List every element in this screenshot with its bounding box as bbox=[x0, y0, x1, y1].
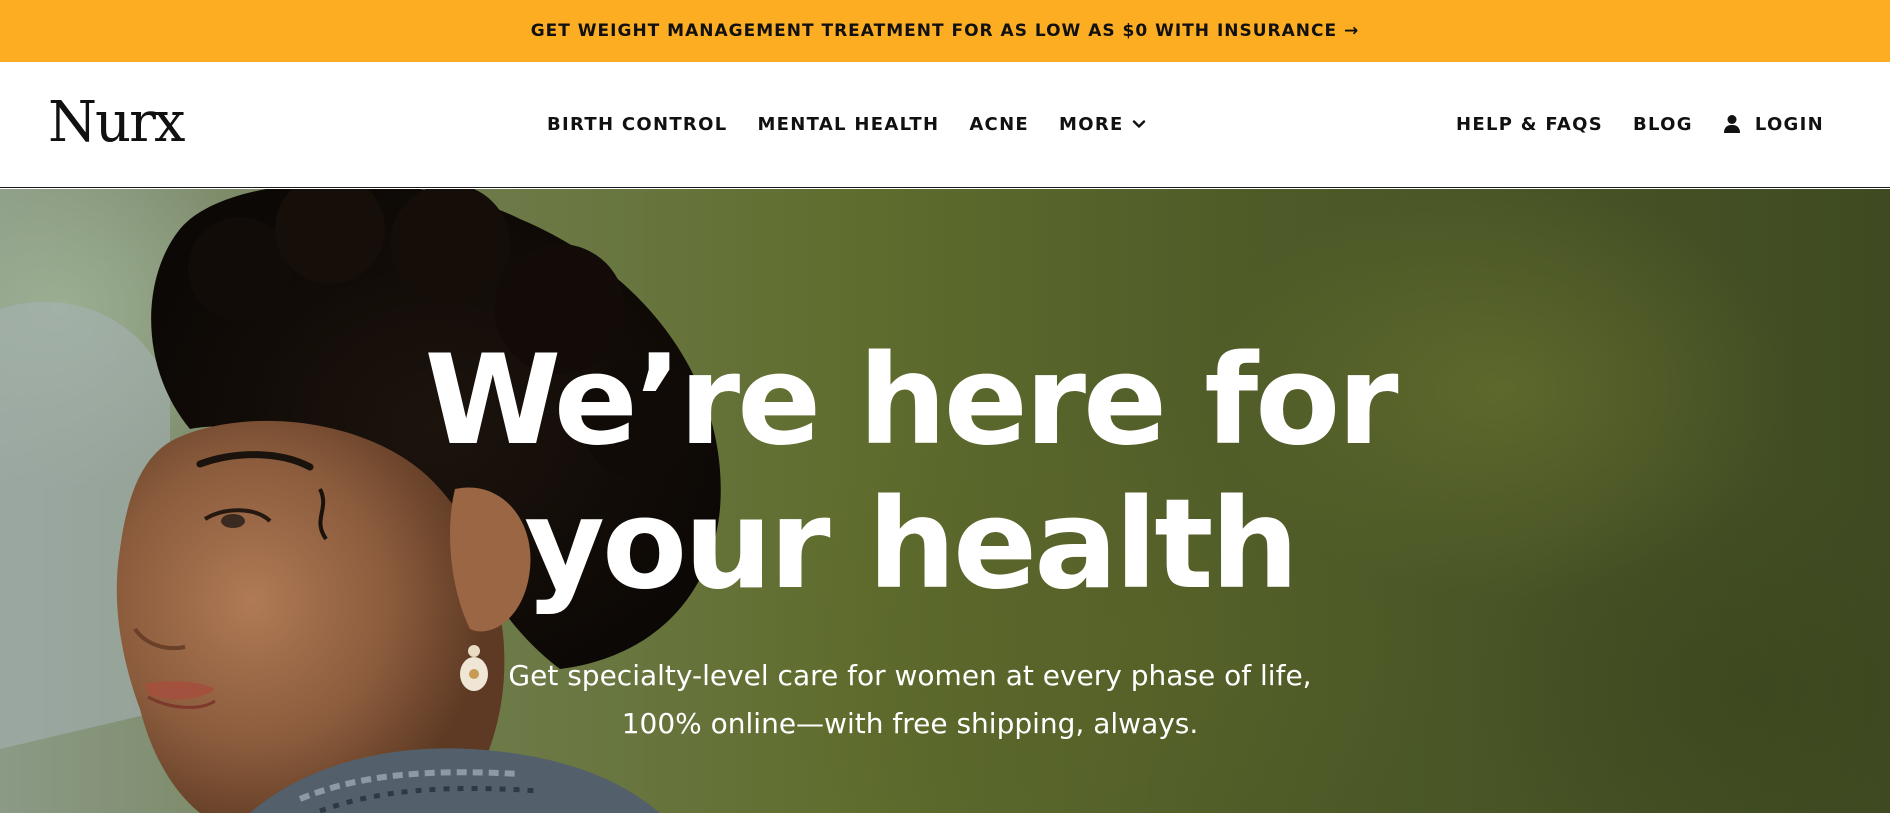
primary-nav: BIRTH CONTROL MENTAL HEALTH ACNE MORE bbox=[547, 62, 1176, 186]
nav-acne[interactable]: ACNE bbox=[969, 114, 1029, 135]
user-icon bbox=[1723, 115, 1740, 133]
nav-more-label: MORE bbox=[1059, 113, 1124, 135]
nav-mental-health-label: MENTAL HEALTH bbox=[757, 113, 940, 135]
nav-help-faqs-label: HELP & FAQS bbox=[1456, 113, 1603, 135]
nav-more-dropdown[interactable]: MORE bbox=[1059, 114, 1146, 135]
secondary-nav: HELP & FAQS BLOG LOGIN bbox=[1426, 62, 1824, 186]
site-header: Nurx BIRTH CONTROL MENTAL HEALTH ACNE MO… bbox=[0, 62, 1890, 188]
hero-subheading-line2: 100% online—with free shipping, always. bbox=[621, 707, 1199, 740]
nav-login-label: LOGIN bbox=[1754, 113, 1824, 135]
nurx-logo[interactable]: Nurx bbox=[48, 90, 185, 155]
nav-acne-label: ACNE bbox=[969, 113, 1030, 135]
promo-text[interactable]: GET WEIGHT MANAGEMENT TREATMENT FOR AS L… bbox=[531, 21, 1360, 41]
hero-heading: We’re here for your health bbox=[0, 329, 1890, 617]
hero-heading-line1: We’re here for bbox=[424, 329, 1398, 473]
nav-blog[interactable]: BLOG bbox=[1633, 114, 1693, 135]
nav-birth-control[interactable]: BIRTH CONTROL bbox=[547, 114, 727, 135]
nav-help-faqs[interactable]: HELP & FAQS bbox=[1456, 114, 1603, 135]
chevron-down-icon bbox=[1132, 120, 1145, 128]
nav-login[interactable]: LOGIN bbox=[1723, 114, 1824, 135]
nav-blog-label: BLOG bbox=[1633, 113, 1693, 135]
hero-heading-line2: your health bbox=[524, 473, 1299, 617]
hero-subheading: Get specialty-level care for women at ev… bbox=[0, 652, 1890, 748]
nav-birth-control-label: BIRTH CONTROL bbox=[547, 113, 728, 135]
promo-banner[interactable]: GET WEIGHT MANAGEMENT TREATMENT FOR AS L… bbox=[0, 0, 1890, 62]
hero-section: We’re here for your health Get specialty… bbox=[0, 189, 1890, 813]
hero-subheading-line1: Get specialty-level care for women at ev… bbox=[508, 659, 1312, 692]
nav-mental-health[interactable]: MENTAL HEALTH bbox=[757, 114, 939, 135]
